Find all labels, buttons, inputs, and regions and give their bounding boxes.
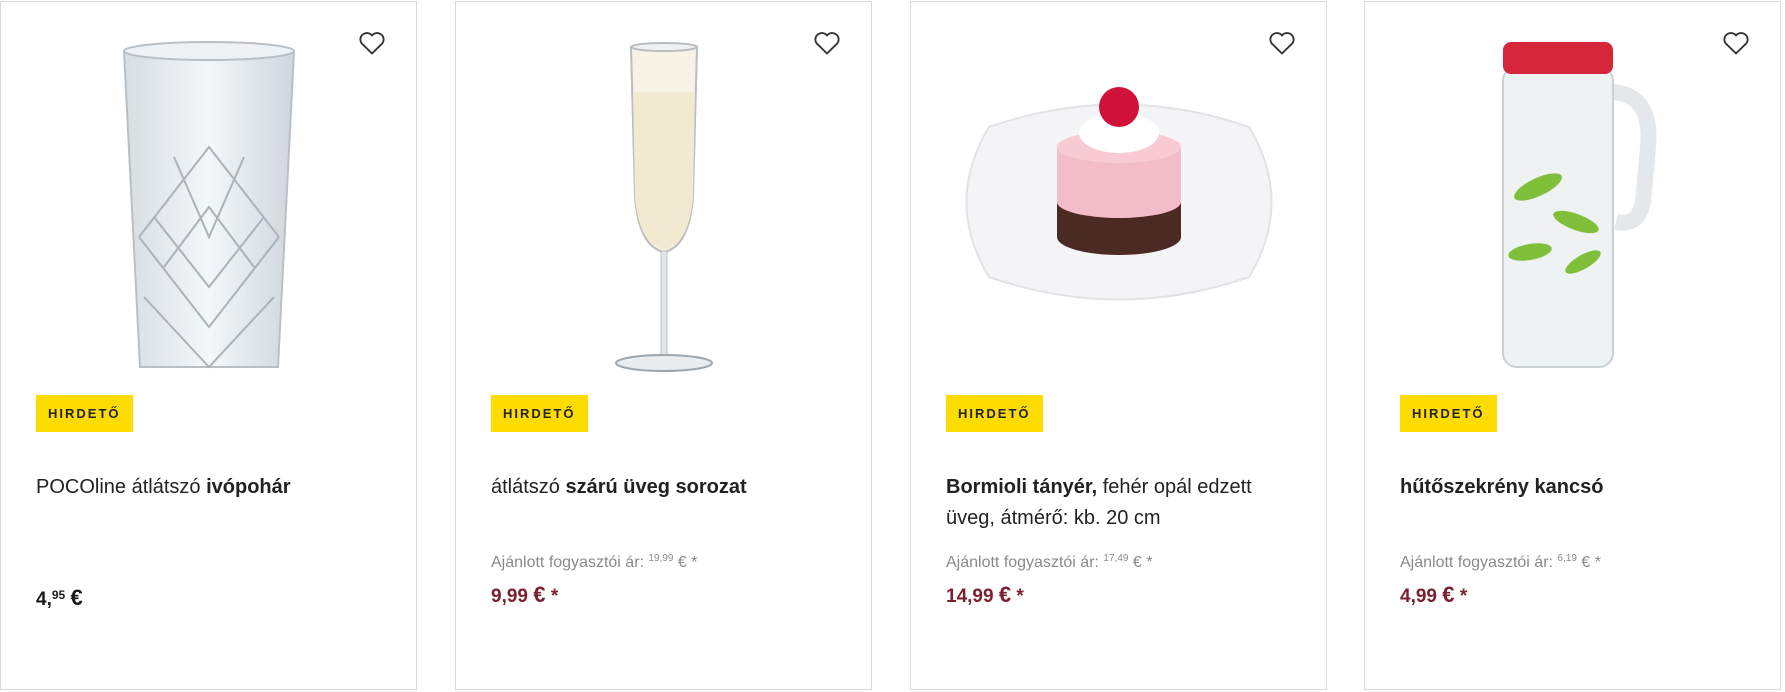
title-text: átlátszó: [491, 476, 566, 498]
rrp-label: Ajánlott fogyasztói ár:: [1400, 554, 1553, 571]
product-card[interactable]: HIRDETŐ Bormioli tányér, fehér opál edze…: [910, 1, 1327, 690]
price-currency: €: [998, 582, 1012, 607]
title-bold: Bormioli tányér,: [946, 476, 1098, 498]
price-integer: 14,: [946, 586, 973, 607]
recommended-price: Ajánlott fogyasztói ár: 17,49 € *: [946, 553, 1152, 572]
price-integer: 4,: [36, 589, 52, 610]
price-decimal: 99: [506, 586, 528, 607]
price: 4,95 €: [36, 585, 83, 611]
product-title[interactable]: hűtőszekrény kancsó: [1400, 472, 1750, 503]
product-title[interactable]: POCOline átlátszó ivópohár: [36, 472, 386, 503]
title-text: POCOline átlátszó: [36, 476, 207, 498]
product-card[interactable]: HIRDETŐ hűtőszekrény kancsó Ajánlott fog…: [1364, 1, 1781, 690]
product-card[interactable]: HIRDETŐ átlátszó szárú üveg sorozat Aján…: [455, 1, 872, 690]
sponsored-badge: HIRDETŐ: [491, 395, 588, 432]
product-title[interactable]: átlátszó szárú üveg sorozat: [491, 472, 841, 503]
rrp-value: 6,19: [1557, 553, 1577, 564]
rrp-currency: € *: [1132, 554, 1153, 571]
title-bold: hűtőszekrény kancsó: [1400, 476, 1604, 498]
price-integer: 4,: [1400, 586, 1416, 607]
recommended-price: Ajánlott fogyasztói ár: 19,99 € *: [491, 553, 697, 572]
price-footnote-mark: *: [550, 586, 559, 607]
price: 9,99 € *: [491, 582, 558, 608]
price-footnote-mark: *: [1459, 586, 1468, 607]
price-decimal: 95: [51, 588, 66, 602]
rrp-currency: € *: [677, 554, 698, 571]
price-decimal: 99: [1415, 586, 1437, 607]
price-currency: €: [533, 582, 546, 607]
price-footnote-mark: *: [1016, 586, 1024, 607]
price-currency: €: [1442, 582, 1455, 607]
recommended-price: Ajánlott fogyasztói ár: 6,19 € *: [1400, 553, 1601, 572]
product-card[interactable]: HIRDETŐ POCOline átlátszó ivópohár 4,95 …: [0, 1, 417, 690]
rrp-value: 17,49: [1103, 553, 1129, 564]
price: 4,99 € *: [1400, 582, 1467, 608]
rrp-label: Ajánlott fogyasztói ár:: [946, 554, 1099, 571]
product-image-champagne-flute[interactable]: [456, 32, 871, 382]
sponsored-badge: HIRDETŐ: [36, 395, 133, 432]
price: 14,99 € *: [946, 582, 1024, 608]
price-decimal: 99: [972, 586, 994, 607]
product-image-fridge-jug[interactable]: [1365, 32, 1780, 382]
rrp-currency: € *: [1581, 554, 1601, 571]
rrp-label: Ajánlott fogyasztói ár:: [491, 554, 644, 571]
product-title[interactable]: Bormioli tányér, fehér opál edzett üveg,…: [946, 472, 1296, 534]
price-currency: €: [70, 585, 83, 610]
rrp-value: 19,99: [648, 553, 674, 564]
sponsored-badge: HIRDETŐ: [946, 395, 1043, 432]
product-image-plate-cake[interactable]: [911, 32, 1326, 382]
product-image-drinking-glass[interactable]: [1, 32, 416, 382]
title-bold: ivópohár: [206, 476, 291, 498]
price-integer: 9,: [491, 586, 507, 607]
sponsored-badge: HIRDETŐ: [1400, 395, 1497, 432]
title-bold: szárú üveg sorozat: [565, 476, 747, 498]
